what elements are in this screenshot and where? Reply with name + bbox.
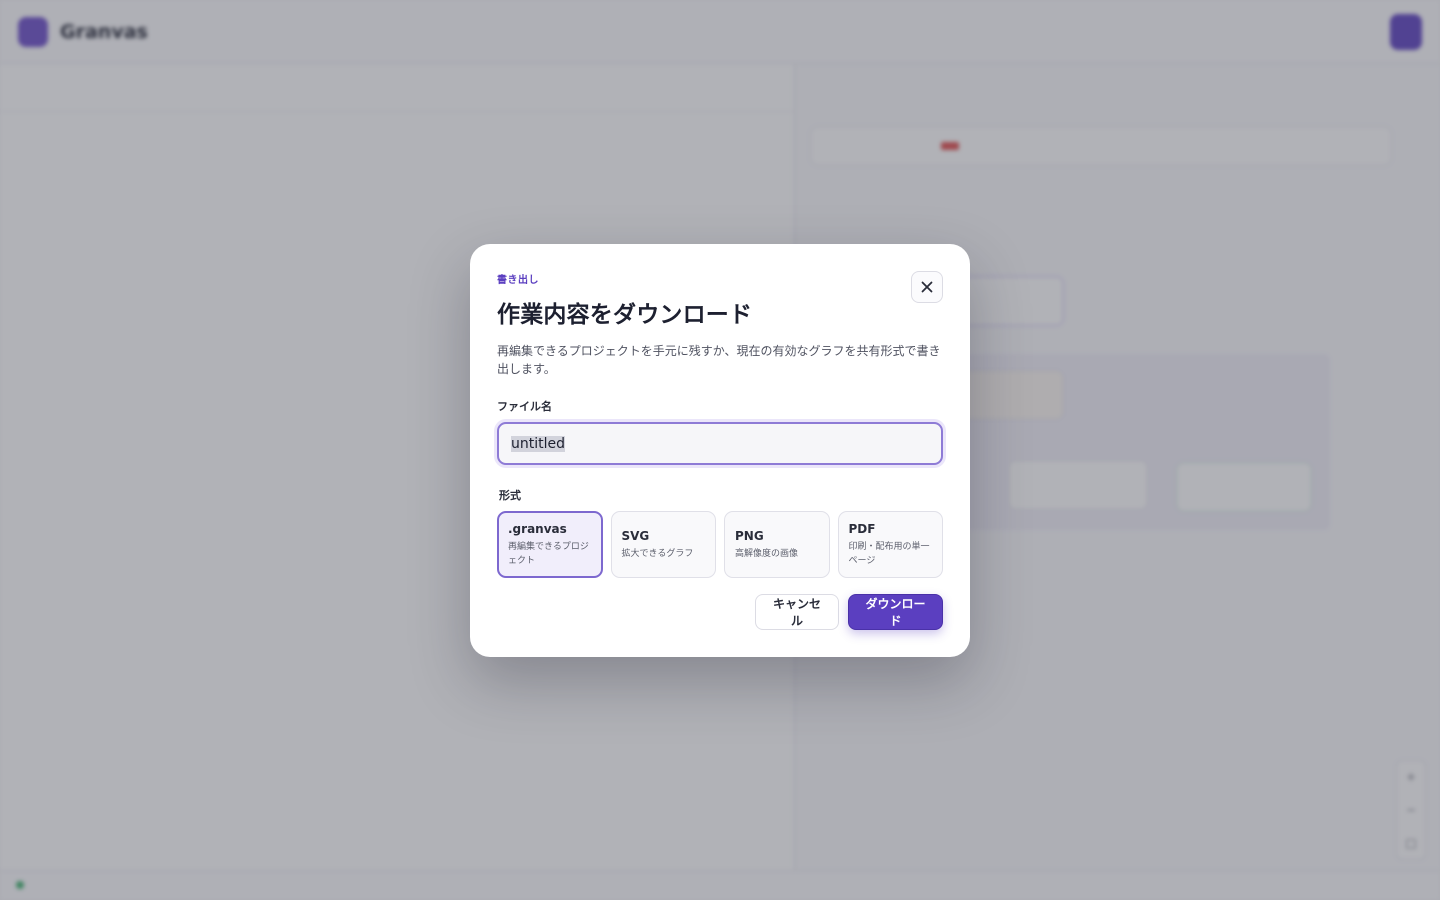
format-name: .granvas: [508, 522, 567, 536]
download-dialog: 書き出し 作業内容をダウンロード 再編集できるプロジェクトを手元に残すか、現在の…: [470, 244, 970, 657]
filename-label: ファイル名: [497, 400, 552, 413]
format-options: .granvas 再編集できるプロジェクト SVG 拡大できるグラフ PNG 高…: [497, 511, 943, 578]
dialog-actions: キャンセル ダウンロード: [755, 594, 943, 630]
format-name: PDF: [848, 522, 876, 536]
format-description: 高解像度の画像: [735, 548, 799, 559]
format-option-pdf[interactable]: PDF 印刷・配布用の単一ページ: [837, 511, 943, 578]
format-description: 拡大できるグラフ: [621, 548, 694, 559]
format-name: SVG: [621, 528, 650, 543]
format-option-png[interactable]: PNG 高解像度の画像: [724, 511, 830, 578]
filename-input[interactable]: [497, 422, 943, 465]
close-icon: [921, 281, 933, 293]
dialog-description: 再編集できるプロジェクトを手元に残すか、現在の有効なグラフを共有形式で書き出しま…: [497, 344, 941, 376]
format-label: 形式: [499, 489, 521, 502]
format-option-svg[interactable]: SVG 拡大できるグラフ: [610, 511, 716, 578]
format-description: 印刷・配布用の単一ページ: [848, 542, 930, 566]
format-option-granvas[interactable]: .granvas 再編集できるプロジェクト: [497, 511, 603, 578]
format-name: PNG: [735, 528, 764, 543]
close-button[interactable]: [911, 271, 943, 303]
format-description: 再編集できるプロジェクト: [508, 542, 589, 566]
download-button[interactable]: ダウンロード: [848, 594, 943, 630]
dialog-title: 作業内容をダウンロード: [497, 302, 753, 328]
cancel-button[interactable]: キャンセル: [755, 594, 839, 630]
dialog-eyebrow: 書き出し: [497, 275, 539, 286]
